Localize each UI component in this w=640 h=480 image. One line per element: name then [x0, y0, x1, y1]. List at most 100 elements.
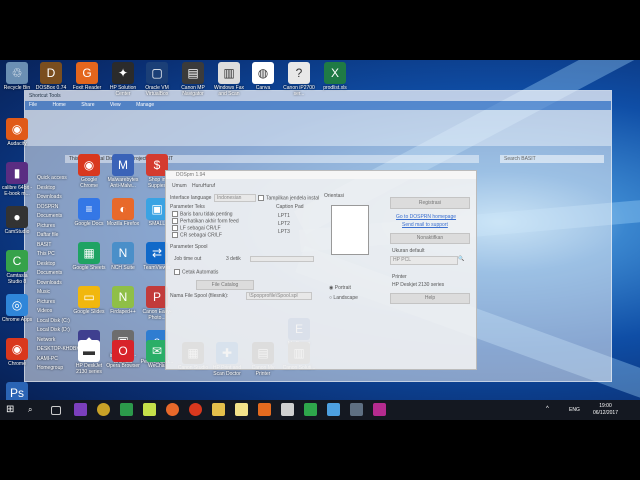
app-icon[interactable] [373, 403, 386, 416]
desktop-icon[interactable]: ▬ HP DeskJet 2130 series [72, 340, 106, 375]
nav-item[interactable]: Local Disk (C:) [37, 318, 70, 324]
tab-manage[interactable]: Manage [136, 102, 154, 108]
homepage-link[interactable]: Go to DOSPRN homepage [396, 214, 456, 220]
lpt2[interactable]: LPT2 [278, 221, 290, 227]
app-icon[interactable] [327, 403, 340, 416]
help-button[interactable]: Help [390, 293, 470, 304]
nav-item[interactable]: Documents [37, 270, 62, 276]
file-catalog-button[interactable]: File Catalog [196, 280, 254, 290]
desktop-icon[interactable]: G Foxit Reader [70, 62, 104, 91]
app-icon[interactable] [281, 403, 294, 416]
desktop-icon[interactable]: ▮ calibre 64bit - E-book m... [0, 162, 34, 197]
nav-item[interactable]: Pictures [37, 299, 55, 305]
app-icon[interactable] [235, 403, 248, 416]
nonaktif-button[interactable]: Nonaktifkan [390, 233, 470, 244]
search-icon[interactable]: ⌕ [28, 403, 41, 416]
icon-glyph-icon: ≡ [78, 198, 100, 220]
language-indicator[interactable]: ENG [569, 407, 580, 413]
tab-view[interactable]: View [110, 102, 121, 108]
nav-item[interactable]: This PC [37, 251, 55, 257]
nav-item[interactable]: Downloads [37, 194, 62, 200]
app-icon[interactable] [258, 403, 271, 416]
dosprn-dialog[interactable]: DOSprn 1.94 Umum HuruHuruf Interface lan… [165, 170, 477, 370]
chrome-icon[interactable] [189, 403, 202, 416]
desktop-icon[interactable]: ◐ Mozilla Firefox [106, 198, 140, 227]
nav-item[interactable]: Videos [37, 308, 52, 314]
nav-item[interactable]: Local Disk (D:) [37, 327, 70, 333]
desktop-icon[interactable]: N NCH Suite [106, 242, 140, 271]
icon-label: Chrome Apps [1, 317, 33, 323]
landscape-radio[interactable]: ○ Landscape [329, 295, 358, 301]
nav-item[interactable]: Documents [37, 213, 62, 219]
nav-item[interactable]: DOSPRN [37, 204, 58, 210]
option-row[interactable]: Baris baru tidak penting [172, 211, 233, 217]
timeout-slider[interactable] [250, 256, 314, 262]
green-app-icon[interactable] [120, 403, 133, 416]
show-window-checkbox[interactable]: Tampilkan jendela instal [258, 195, 319, 201]
option-row[interactable]: CR sebagai CR/LF [172, 232, 222, 238]
desktop-icon[interactable]: O Opera Browser [106, 340, 140, 369]
email-link[interactable]: Send mail to support [402, 222, 448, 228]
default-size-select[interactable]: HP PCL [390, 256, 458, 265]
tray-chevron-icon[interactable]: ^ [546, 403, 559, 416]
explorer-icon[interactable] [212, 403, 225, 416]
desktop-icon[interactable]: ▤ Canon MP Navigator [176, 62, 210, 97]
nav-item[interactable]: Quick access [37, 175, 67, 181]
option-row[interactable]: LF sebagai CR/LF [172, 225, 221, 231]
nav-item[interactable]: Network [37, 337, 55, 343]
nav-item[interactable]: Homegroup [37, 365, 63, 371]
nav-item[interactable]: KAMI-PC [37, 356, 58, 362]
lpt3[interactable]: LPT3 [278, 229, 290, 235]
nav-item[interactable]: Daftar file [37, 232, 58, 238]
start-icon[interactable]: ⊞ [6, 403, 19, 416]
icon-label: Mozilla Firefox [106, 221, 140, 227]
nav-item[interactable]: BASIT [37, 242, 51, 248]
desktop-icon[interactable]: ● CamStudio [0, 206, 34, 235]
app-icon[interactable] [304, 403, 317, 416]
desktop-icon[interactable]: D DOSBox 0.74 [34, 62, 68, 91]
lpt1[interactable]: LPT1 [278, 213, 290, 219]
tab-umum[interactable]: Umum [172, 183, 187, 189]
interface-language-select[interactable]: Indonesian [214, 194, 256, 202]
tab-file[interactable]: File [29, 102, 37, 108]
desktop-icon[interactable]: ▭ Google Slides [72, 286, 106, 315]
desktop-icon[interactable]: Xprodlist.xls [318, 62, 352, 91]
task-view-icon[interactable] [51, 406, 61, 415]
nav-item[interactable]: Desktop [37, 185, 55, 191]
tab-share[interactable]: Share [81, 102, 94, 108]
app-icon[interactable] [97, 403, 110, 416]
desktop-icon[interactable]: ▦ Google Sheets [72, 242, 106, 271]
desktop-icon[interactable]: ▥ Windows Fax and Scan [212, 62, 246, 97]
desktop-icon[interactable]: ◉ Chrome [0, 338, 34, 367]
desktop-icon[interactable]: ▢ Oracle VM VirtualBox [140, 62, 174, 97]
search-icon[interactable]: 🔍 [458, 256, 464, 262]
nav-item[interactable]: Pictures [37, 223, 55, 229]
app-icon[interactable] [143, 403, 156, 416]
app-icon[interactable] [350, 403, 363, 416]
desktop-icon[interactable]: ? Canon iP2700 ser... [282, 62, 316, 97]
tab-huruf[interactable]: HuruHuruf [192, 183, 215, 189]
clock[interactable]: 19:00 06/12/2017 [593, 403, 618, 417]
nav-item[interactable]: Desktop [37, 261, 55, 267]
auto-print-checkbox[interactable]: Cetak Automatis [174, 269, 218, 275]
desktop-icon[interactable]: ◉ Audacity [0, 118, 34, 147]
desktop-icon[interactable]: ◉ Google Chrome [72, 154, 106, 189]
tab-home[interactable]: Home [52, 102, 65, 108]
desktop-icon[interactable]: M Malwarebytes Anti-Malw... [106, 154, 140, 189]
desktop-icon[interactable]: ✦ HP Solution Center [106, 62, 140, 97]
desktop-icon[interactable]: ♲ Recycle Bin [0, 62, 34, 91]
firefox-icon[interactable] [166, 403, 179, 416]
desktop-icon[interactable]: ◎ Chrome Apps [0, 294, 34, 323]
register-button[interactable]: Registrasi [390, 197, 470, 209]
nav-item[interactable]: Music [37, 289, 50, 295]
desktop-icon[interactable]: C Camtasia Studio 8 [0, 250, 34, 285]
spool-name-input[interactable]: \Spopprofile\Spool.spl [246, 292, 312, 300]
nav-item[interactable]: Downloads [37, 280, 62, 286]
option-row[interactable]: Perhatikan akhir form feed [172, 218, 239, 224]
desktop-icon[interactable]: ◍ Canva [246, 62, 280, 91]
portrait-radio[interactable]: ◉ Portrait [329, 285, 351, 291]
desktop-icon[interactable]: N Firdaped++ [106, 286, 140, 315]
search-input[interactable]: Search BASIT [500, 155, 604, 163]
visual-studio-icon[interactable] [74, 403, 87, 416]
desktop-icon[interactable]: ≡ Google Docs [72, 198, 106, 227]
